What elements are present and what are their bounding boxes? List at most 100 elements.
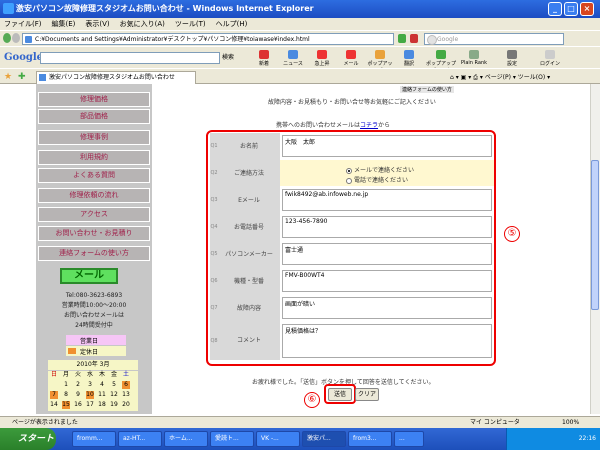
start-button[interactable]: スタート: [0, 428, 56, 450]
toolbar-new[interactable]: 新着: [250, 50, 278, 68]
nav-access[interactable]: アクセス: [38, 207, 150, 222]
legend-closed: 定休日: [66, 346, 126, 356]
row-number: Q2: [210, 160, 218, 187]
toolbar-popup-block[interactable]: ポップアップ ブロック: [424, 50, 458, 74]
scrollbar-thumb[interactable]: [591, 160, 599, 310]
mail-button[interactable]: メール: [60, 268, 118, 284]
task-item[interactable]: 愛読ト...: [210, 431, 254, 447]
cal-day-fri: 金: [110, 371, 117, 378]
form-guide-link[interactable]: 連絡フォームの使い方: [400, 86, 454, 93]
row-label: お名前: [218, 133, 280, 160]
problem-field[interactable]: 画面が暗い: [282, 297, 492, 319]
stop-icon[interactable]: [410, 34, 418, 43]
row-label: パソコンメーカー: [218, 241, 280, 268]
email-field[interactable]: fwik8492@ab.infoweb.ne.jp: [282, 189, 492, 211]
intro-text: 故障内容・お見積もり・お問い合せ等お気軽にご記入ください: [268, 99, 436, 106]
maker-field[interactable]: 富士通: [282, 243, 492, 265]
task-item[interactable]: VK -...: [256, 431, 300, 447]
menu-file[interactable]: ファイル(F): [4, 18, 42, 30]
forward-icon[interactable]: [12, 33, 20, 43]
form-row-name: Q1 お名前 大阪 太郎: [210, 133, 494, 160]
zoom-level[interactable]: 100%: [562, 417, 579, 428]
menu-view[interactable]: 表示(V): [85, 18, 109, 30]
name-field[interactable]: 大阪 太郎: [282, 135, 492, 157]
row-number: Q3: [210, 187, 218, 214]
toolbar-mail[interactable]: メール: [337, 50, 365, 68]
tab-tools[interactable]: ⌂ ▾ ▣ ▾ ⎙ ▾ ページ(P) ▾ ツール(O) ▾: [450, 72, 550, 82]
clock[interactable]: 22:16: [579, 435, 596, 442]
radio-email[interactable]: [346, 167, 352, 174]
sidebar-accept: 24時間受付中: [75, 322, 113, 329]
form-row-problem: Q7 故障内容 画面が暗い: [210, 295, 494, 322]
nav-repair-cases[interactable]: 修理事例: [38, 130, 150, 145]
closed-swatch: [68, 348, 76, 354]
minimize-button[interactable]: _: [548, 2, 562, 16]
search-input[interactable]: Google: [424, 33, 564, 45]
nav-inquiry[interactable]: お問い合わせ・お見積り: [38, 226, 150, 241]
cal-date: 17: [86, 401, 94, 408]
status-bar: ページが表示されました マイ コンピュータ 100%: [0, 416, 600, 428]
form-row-maker: Q5 パソコンメーカー 富士通: [210, 241, 494, 268]
radio-phone[interactable]: [346, 177, 352, 184]
nav-terms[interactable]: 利用規約: [38, 150, 150, 165]
task-item[interactable]: fromm...: [72, 431, 116, 447]
submit-button[interactable]: 送信: [328, 388, 352, 401]
contact-option-email[interactable]: メールで連絡ください: [346, 165, 414, 174]
row-label: Eメール: [218, 187, 280, 214]
refresh-icon[interactable]: [398, 34, 406, 43]
toolbar-settings[interactable]: 設定: [498, 50, 526, 68]
toolbar-translate[interactable]: 翻訳: [395, 50, 423, 68]
add-favorite-icon[interactable]: ✚: [18, 72, 26, 82]
nav-faq[interactable]: よくある質問: [38, 168, 150, 183]
maximize-button[interactable]: □: [564, 2, 578, 16]
clear-button[interactable]: クリア: [355, 388, 379, 401]
toolbar-news[interactable]: ニュース: [279, 50, 307, 68]
cal-date: 9: [76, 391, 80, 398]
sidebar-tel: Tel:080-3623-6893: [65, 292, 123, 299]
toolbar-trending[interactable]: 急上昇: [308, 50, 336, 68]
menu-help[interactable]: ヘルプ(H): [216, 18, 248, 30]
nav-form-guide[interactable]: 連絡フォームの使い方: [38, 246, 150, 261]
contact-option-phone[interactable]: 電話で連絡ください: [346, 175, 408, 184]
nav-repair-flow[interactable]: 修理依頼の流れ: [38, 188, 150, 203]
toolbar-plainrank-label: Plain Rank: [460, 60, 488, 66]
close-button[interactable]: ×: [580, 2, 594, 16]
menu-edit[interactable]: 編集(E): [52, 18, 76, 30]
task-item-active[interactable]: 激安パ...: [302, 431, 346, 447]
google-search-button[interactable]: 検索: [222, 52, 234, 64]
legend-open: 営業日: [66, 335, 126, 345]
comment-field[interactable]: 見積価格は？: [282, 324, 492, 358]
model-field[interactable]: FMV-B00WT4: [282, 270, 492, 292]
back-icon[interactable]: [3, 33, 11, 43]
menu-favorites[interactable]: お気に入り(A): [120, 18, 165, 30]
cal-day-sun: 日: [50, 371, 57, 378]
row-label: 故障内容: [218, 295, 280, 322]
toolbar-login[interactable]: ログイン: [530, 50, 570, 68]
menu-bar: ファイル(F) 編集(E) 表示(V) お気に入り(A) ツール(T) ヘルプ(…: [0, 18, 600, 30]
cal-day-mon: 月: [62, 371, 69, 378]
toolbar-plainrank[interactable]: Plain Rank: [460, 50, 488, 68]
task-item[interactable]: ...: [394, 431, 424, 447]
task-item[interactable]: ホーム...: [164, 431, 208, 447]
address-bar: C:¥Documents and Settings¥Administrator¥…: [0, 30, 600, 46]
phone-field[interactable]: 123-456-7890: [282, 216, 492, 238]
mobile-link[interactable]: コチラ: [360, 122, 378, 129]
cal-date: 4: [100, 381, 104, 388]
nav-parts-price[interactable]: 部品価格: [38, 109, 150, 124]
cal-date: 12: [110, 391, 118, 398]
task-item[interactable]: az-HT...: [118, 431, 162, 447]
tab-toiawase[interactable]: 激安パソコン故障修理スタジオムお問い合わせ: [36, 71, 196, 84]
toolbar-popup[interactable]: ポップアップ: [366, 50, 394, 74]
taskbar: スタート fromm... az-HT... ホーム... 愛読ト... VK …: [0, 428, 600, 450]
address-input[interactable]: C:¥Documents and Settings¥Administrator¥…: [22, 33, 394, 45]
favorites-star-icon[interactable]: ★: [4, 72, 12, 82]
task-item[interactable]: from3...: [348, 431, 392, 447]
ie-icon: [3, 3, 14, 14]
row-number: Q4: [210, 214, 218, 241]
cal-date: 15: [62, 401, 70, 409]
cal-date: 13: [122, 391, 130, 398]
google-search-input[interactable]: [40, 52, 220, 64]
menu-tools[interactable]: ツール(T): [175, 18, 206, 30]
toolbar-login-label: ログイン: [539, 61, 560, 67]
nav-repair-price[interactable]: 修理価格: [38, 92, 150, 107]
